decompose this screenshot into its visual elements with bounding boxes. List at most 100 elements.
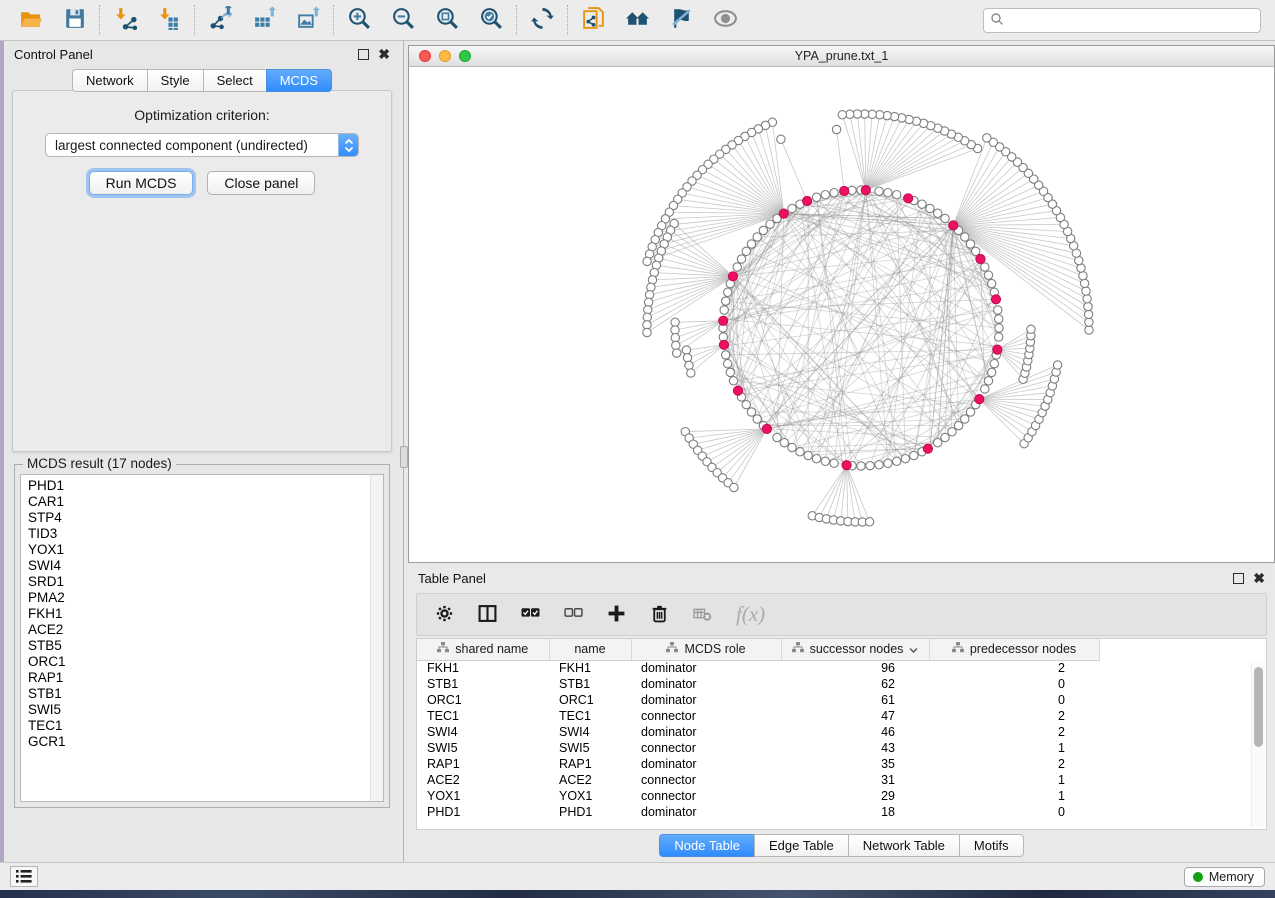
- mcds-role-cell[interactable]: connector: [631, 740, 781, 756]
- predecessor-nodes-cell[interactable]: 0: [929, 692, 1099, 708]
- panel-splitter[interactable]: [400, 41, 408, 862]
- predecessor-nodes-cell[interactable]: 1: [929, 772, 1099, 788]
- network-window-titlebar[interactable]: YPA_prune.txt_1: [409, 46, 1274, 67]
- zoom-fit-button[interactable]: [425, 3, 469, 37]
- table-row[interactable]: STB1STB1dominator620: [417, 676, 1266, 692]
- column-header-name[interactable]: name: [549, 639, 631, 660]
- table-scrollbar-thumb[interactable]: [1254, 667, 1263, 747]
- gear-button[interactable]: [435, 604, 454, 626]
- successor-nodes-cell[interactable]: 31: [781, 772, 929, 788]
- table-row[interactable]: PHD1PHD1dominator180: [417, 804, 1266, 820]
- successor-nodes-cell[interactable]: 35: [781, 756, 929, 772]
- name-cell[interactable]: TEC1: [549, 708, 631, 724]
- shared-name-cell[interactable]: SWI4: [417, 724, 549, 740]
- mcds-result-item[interactable]: STB1: [28, 686, 383, 702]
- predecessor-nodes-cell[interactable]: 0: [929, 804, 1099, 820]
- predecessor-nodes-cell[interactable]: 2: [929, 660, 1099, 676]
- splitter-handle[interactable]: [400, 446, 408, 468]
- optimization-criterion-select[interactable]: largest connected component (undirected): [45, 133, 359, 157]
- table-row[interactable]: YOX1YOX1connector291: [417, 788, 1266, 804]
- shared-name-cell[interactable]: TEC1: [417, 708, 549, 724]
- export-network-button[interactable]: [198, 3, 242, 37]
- network-canvas[interactable]: [409, 67, 1274, 562]
- table-row[interactable]: ACE2ACE2connector311: [417, 772, 1266, 788]
- name-cell[interactable]: STB1: [549, 676, 631, 692]
- tab-mcds[interactable]: MCDS: [266, 69, 332, 92]
- mcds-result-item[interactable]: TID3: [28, 526, 383, 542]
- delete-button[interactable]: [650, 604, 669, 626]
- mcds-role-cell[interactable]: connector: [631, 708, 781, 724]
- home-button[interactable]: [615, 3, 659, 37]
- successor-nodes-cell[interactable]: 62: [781, 676, 929, 692]
- add-button[interactable]: [607, 604, 626, 626]
- shared-name-cell[interactable]: FKH1: [417, 660, 549, 676]
- tab-style[interactable]: Style: [147, 69, 203, 92]
- export-table-button[interactable]: [242, 3, 286, 37]
- table-row[interactable]: SWI4SWI4dominator462: [417, 724, 1266, 740]
- mcds-result-item[interactable]: SWI4: [28, 558, 383, 574]
- table-row[interactable]: FKH1FKH1dominator962: [417, 660, 1266, 676]
- deselect-all-button[interactable]: [564, 604, 583, 626]
- successor-nodes-cell[interactable]: 18: [781, 804, 929, 820]
- zoom-selected-button[interactable]: [469, 3, 513, 37]
- table-row[interactable]: TEC1TEC1connector472: [417, 708, 1266, 724]
- mcds-role-cell[interactable]: dominator: [631, 804, 781, 820]
- mcds-role-cell[interactable]: dominator: [631, 676, 781, 692]
- show-details-button[interactable]: [703, 3, 747, 37]
- task-history-button[interactable]: [10, 866, 38, 887]
- export-image-button[interactable]: [286, 3, 330, 37]
- name-cell[interactable]: PHD1: [549, 804, 631, 820]
- table-row[interactable]: RAP1RAP1dominator352: [417, 756, 1266, 772]
- network-graph[interactable]: [409, 67, 1274, 562]
- select-all-button[interactable]: [521, 604, 540, 626]
- name-cell[interactable]: RAP1: [549, 756, 631, 772]
- memory-button[interactable]: Memory: [1184, 867, 1265, 887]
- close-panel-button[interactable]: Close panel: [207, 171, 315, 195]
- mcds-result-item[interactable]: TEC1: [28, 718, 383, 734]
- mcds-result-item[interactable]: PMA2: [28, 590, 383, 606]
- mcds-result-item[interactable]: STB5: [28, 638, 383, 654]
- search-box[interactable]: [983, 8, 1261, 33]
- close-panel-icon[interactable]: ✖: [378, 49, 390, 60]
- run-mcds-button[interactable]: Run MCDS: [89, 171, 194, 195]
- shared-name-cell[interactable]: PHD1: [417, 804, 549, 820]
- successor-nodes-cell[interactable]: 29: [781, 788, 929, 804]
- mcds-result-item[interactable]: FKH1: [28, 606, 383, 622]
- shared-name-cell[interactable]: ACE2: [417, 772, 549, 788]
- hide-details-button[interactable]: [659, 3, 703, 37]
- name-cell[interactable]: FKH1: [549, 660, 631, 676]
- tab-motifs[interactable]: Motifs: [959, 834, 1024, 857]
- mcds-result-item[interactable]: PHD1: [28, 478, 383, 494]
- successor-nodes-cell[interactable]: 46: [781, 724, 929, 740]
- shared-name-cell[interactable]: STB1: [417, 676, 549, 692]
- table-row[interactable]: SWI5SWI5connector431: [417, 740, 1266, 756]
- column-header-predecessor-nodes[interactable]: predecessor nodes: [929, 639, 1099, 660]
- shared-name-cell[interactable]: ORC1: [417, 692, 549, 708]
- shared-name-cell[interactable]: RAP1: [417, 756, 549, 772]
- table-row[interactable]: ORC1ORC1dominator610: [417, 692, 1266, 708]
- float-table-panel-icon[interactable]: [1233, 573, 1244, 584]
- mcds-role-cell[interactable]: dominator: [631, 756, 781, 772]
- columns-button[interactable]: [478, 604, 497, 626]
- mcds-result-item[interactable]: RAP1: [28, 670, 383, 686]
- successor-nodes-cell[interactable]: 61: [781, 692, 929, 708]
- name-cell[interactable]: SWI4: [549, 724, 631, 740]
- tab-node-table[interactable]: Node Table: [659, 834, 754, 857]
- mcds-result-item[interactable]: STP4: [28, 510, 383, 526]
- column-header-successor-nodes[interactable]: successor nodes: [781, 639, 929, 660]
- mcds-role-cell[interactable]: dominator: [631, 724, 781, 740]
- mcds-list-scrollbar[interactable]: [370, 475, 383, 801]
- import-network-button[interactable]: [103, 3, 147, 37]
- mcds-result-item[interactable]: YOX1: [28, 542, 383, 558]
- predecessor-nodes-cell[interactable]: 1: [929, 788, 1099, 804]
- mcds-role-cell[interactable]: connector: [631, 788, 781, 804]
- mcds-result-item[interactable]: ACE2: [28, 622, 383, 638]
- name-cell[interactable]: ORC1: [549, 692, 631, 708]
- mcds-result-item[interactable]: SWI5: [28, 702, 383, 718]
- import-table-button[interactable]: [147, 3, 191, 37]
- zoom-out-button[interactable]: [381, 3, 425, 37]
- successor-nodes-cell[interactable]: 96: [781, 660, 929, 676]
- successor-nodes-cell[interactable]: 47: [781, 708, 929, 724]
- save-session-button[interactable]: [52, 3, 96, 37]
- share-document-button[interactable]: [571, 3, 615, 37]
